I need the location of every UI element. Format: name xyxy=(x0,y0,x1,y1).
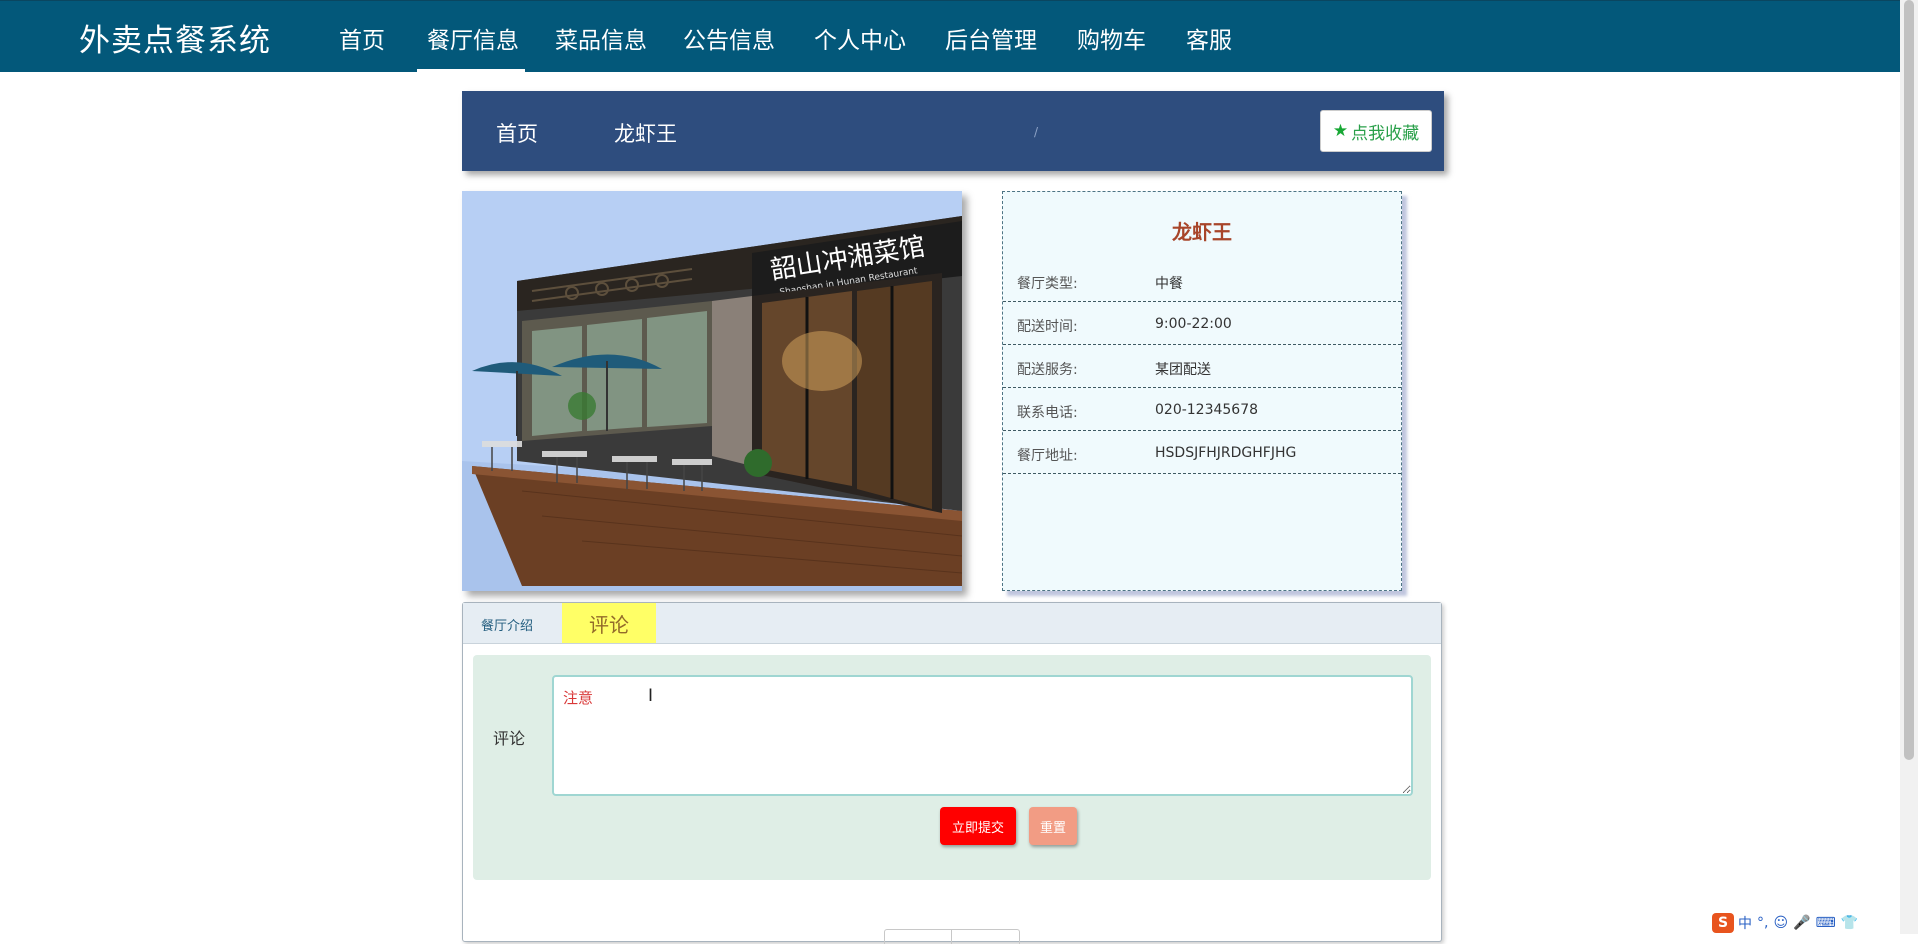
tab-panel: 餐厅介绍 评论 评论 I 立即提交 重置 xyxy=(462,602,1442,944)
nav-item-admin[interactable]: 后台管理 xyxy=(945,21,1037,72)
info-row-delivery-service: 配送服务: 某团配送 xyxy=(1003,345,1401,388)
info-label: 配送服务: xyxy=(1017,362,1078,378)
info-row-divider-1 xyxy=(1003,259,1401,302)
restaurant-storefront-image: 韶山冲湘菜馆 Shaoshan in Hunan Restaurant xyxy=(462,191,962,591)
comment-label: 评论 xyxy=(493,729,526,748)
nav-item-customer-service[interactable]: 客服 xyxy=(1186,21,1232,72)
restaurant-photo: 韶山冲湘菜馆 Shaoshan in Hunan Restaurant xyxy=(462,191,962,591)
info-value: HSDSJFHJRDGHFJHG xyxy=(1155,445,1297,461)
ime-toolbar: S 中 °, ☺ 🎤 ⌨ 👕 xyxy=(1712,912,1900,934)
info-value: 9:00-22:00 xyxy=(1155,316,1232,332)
nav-item-home[interactable]: 首页 xyxy=(339,21,385,72)
info-value: 某团配送 xyxy=(1155,362,1211,378)
comment-textarea[interactable] xyxy=(552,675,1413,796)
pagination[interactable] xyxy=(884,929,1020,944)
comment-form: 评论 I 立即提交 重置 xyxy=(473,655,1431,880)
sogou-ime-icon[interactable]: S xyxy=(1712,913,1734,933)
breadcrumb-separator: / xyxy=(1034,125,1039,139)
info-label: 配送时间: xyxy=(1017,319,1078,335)
breadcrumb-current: 龙虾王 xyxy=(614,122,677,146)
nav-item-dish-info[interactable]: 菜品信息 xyxy=(555,21,647,72)
top-nav-bar: 外卖点餐系统 首页 餐厅信息 菜品信息 公告信息 个人中心 后台管理 购物车 客… xyxy=(0,0,1900,72)
mouse-ibeam-cursor-icon: I xyxy=(648,686,654,706)
info-label: 联系电话: xyxy=(1017,405,1078,421)
info-row-phone: 联系电话: 020-12345678 xyxy=(1003,388,1401,431)
ime-emoji-icon[interactable]: ☺ xyxy=(1773,915,1788,931)
info-value: 020-12345678 xyxy=(1155,402,1259,418)
nav-item-announcements[interactable]: 公告信息 xyxy=(683,21,775,72)
info-label: 餐厅地址: xyxy=(1017,448,1078,464)
reset-button[interactable]: 重置 xyxy=(1029,807,1077,845)
restaurant-name: 龙虾王 xyxy=(1172,220,1232,244)
nav-item-cart[interactable]: 购物车 xyxy=(1077,21,1146,72)
ime-lang-chinese[interactable]: 中 xyxy=(1738,913,1752,933)
favorite-button-label: 点我收藏 xyxy=(1351,123,1420,144)
breadcrumb: 首页 / 龙虾王 ★ 点我收藏 xyxy=(462,91,1444,171)
ime-skin-icon[interactable]: 👕 xyxy=(1841,915,1858,931)
pagination-divider xyxy=(951,930,952,944)
ime-mic-icon[interactable]: 🎤 xyxy=(1793,915,1810,931)
ime-punctuation-icon[interactable]: °, xyxy=(1757,915,1768,931)
info-row-delivery-time: 配送时间: 9:00-22:00 xyxy=(1003,302,1401,345)
tab-bar: 餐厅介绍 评论 xyxy=(463,603,1441,644)
breadcrumb-home[interactable]: 首页 xyxy=(496,118,538,148)
page-scrollbar[interactable] xyxy=(1900,0,1918,934)
favorite-button[interactable]: ★ 点我收藏 xyxy=(1320,110,1432,152)
nav-item-personal-center[interactable]: 个人中心 xyxy=(814,21,906,72)
star-icon: ★ xyxy=(1332,121,1349,141)
tab-restaurant-intro[interactable]: 餐厅介绍 xyxy=(481,615,533,634)
nav-item-restaurant-info[interactable]: 餐厅信息 xyxy=(417,21,525,72)
brand-title: 外卖点餐系统 xyxy=(79,23,271,59)
info-row-address: 餐厅地址: HSDSJFHJRDGHFJHG xyxy=(1003,431,1401,474)
tab-comments[interactable]: 评论 xyxy=(562,603,656,643)
scrollbar-thumb[interactable] xyxy=(1904,0,1914,760)
submit-button[interactable]: 立即提交 xyxy=(940,807,1016,845)
ime-keyboard-icon[interactable]: ⌨ xyxy=(1816,915,1836,931)
restaurant-info-card: 龙虾王 餐厅类型: 中餐 配送时间: 9:00-22:00 配送服务: 某团配送… xyxy=(1002,191,1402,591)
